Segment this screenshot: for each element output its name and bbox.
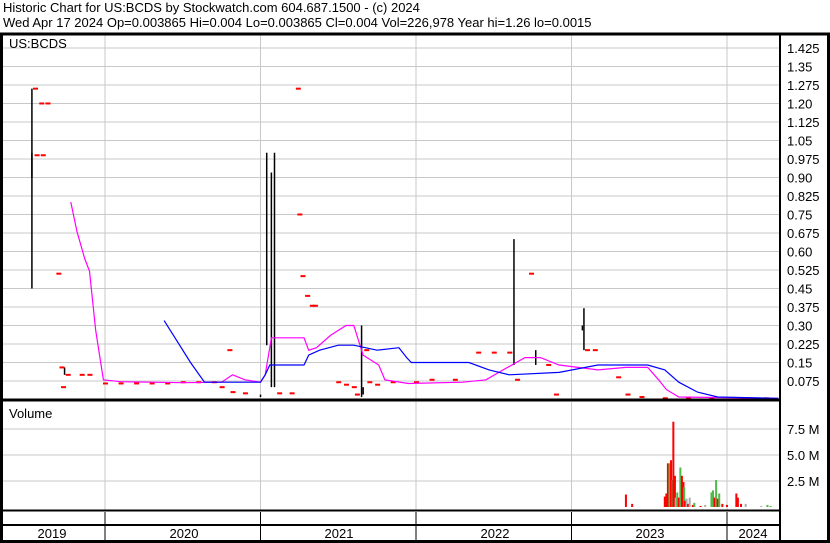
price-tick-mark (452, 378, 458, 381)
price-tick-mark (227, 349, 233, 352)
price-tick-mark (118, 382, 124, 385)
volume-bar (739, 503, 742, 507)
volume-bar (631, 503, 634, 507)
volume-bar (704, 504, 707, 507)
price-tick-mark (40, 154, 46, 157)
price-tick-mark (230, 391, 236, 394)
volume-bar (699, 505, 702, 507)
volume-bar (688, 497, 691, 507)
price-tick-mark (39, 102, 45, 105)
price-tick-mark (59, 366, 65, 369)
year-label: 2022 (481, 526, 510, 541)
price-tick-label: 1.05 (787, 133, 812, 148)
volume-tick-label: 7.5 M (787, 422, 820, 437)
price-tick-mark (507, 351, 513, 354)
year-label: 2020 (170, 526, 199, 541)
price-tick-mark (529, 272, 535, 275)
price-tick-label: 0.225 (787, 337, 820, 352)
volume-tick-label: 2.5 M (787, 474, 820, 489)
price-tick-mark (79, 373, 85, 376)
price-tick-mark (639, 396, 645, 399)
year-label: 2024 (739, 526, 768, 541)
volume-bar (726, 504, 728, 507)
volume-bar (624, 494, 627, 507)
price-tick-label: 0.45 (787, 281, 812, 296)
volume-bar (718, 493, 721, 507)
volume-tick-label: 5.0 M (787, 448, 820, 463)
price-tick-mark (45, 102, 51, 105)
price-panel-title: US:BCDS (9, 36, 67, 51)
price-tick-mark (364, 349, 370, 352)
price-tick-mark (61, 386, 67, 389)
volume-panel-title: Volume (9, 406, 52, 421)
price-tick-mark (546, 363, 552, 366)
price-tick-mark (592, 349, 598, 352)
price-tick-label: 1.125 (787, 115, 820, 130)
price-tick-label: 0.975 (787, 152, 820, 167)
price-tick-mark (491, 351, 497, 354)
year-label: 2019 (38, 526, 67, 541)
price-tick-label: 0.75 (787, 207, 812, 222)
price-tick-mark (515, 378, 521, 381)
stock-chart: 0.075 0.15 0.225 0.30 0.375 0.45 0.525 0.60 0.67… (0, 32, 830, 543)
price-tick-mark (375, 383, 381, 386)
price-tick-mark (219, 386, 225, 389)
price-tick-mark (344, 383, 350, 386)
price-tick-label: 0.675 (787, 226, 820, 241)
moving-average-line (70, 201, 779, 399)
price-tick-mark (33, 87, 39, 90)
volume-bar (693, 502, 696, 507)
price-tick-mark (553, 393, 559, 396)
price-tick-mark (297, 213, 303, 216)
price-tick-mark (134, 382, 140, 385)
price-tick-mark (367, 381, 373, 384)
price-tick-label: 0.15 (787, 355, 812, 370)
price-tick-label: 0.825 (787, 189, 820, 204)
chart-border (0, 32, 830, 543)
price-tick-mark (295, 87, 301, 90)
price-tick-mark (87, 373, 93, 376)
price-tick-mark (56, 272, 62, 275)
price-tick-mark (103, 382, 108, 385)
price-tick-label: 0.525 (787, 263, 820, 278)
price-tick-mark (300, 275, 306, 278)
price-tick-label: 0.075 (787, 374, 820, 389)
volume-bar (769, 505, 772, 507)
price-tick-mark (305, 294, 311, 297)
price-tick-mark (351, 386, 357, 389)
year-label: 2023 (636, 526, 665, 541)
price-tick-label: 0.90 (787, 170, 812, 185)
price-tick-mark (616, 376, 622, 379)
volume-bar (766, 504, 769, 507)
price-tick-label: 0.375 (787, 300, 820, 315)
volume-bar (736, 497, 739, 507)
price-tick-mark (476, 351, 482, 354)
price-tick-mark (289, 392, 295, 395)
price-tick-mark (429, 378, 435, 381)
price-tick-mark (585, 349, 591, 352)
moving-average-line (163, 320, 779, 399)
price-tick-mark (65, 373, 71, 376)
price-tick-label: 0.30 (787, 318, 812, 333)
price-tick-label: 1.35 (787, 59, 812, 74)
year-label: 2021 (325, 526, 354, 541)
price-tick-label: 0.60 (787, 244, 812, 259)
price-tick-mark (242, 392, 248, 395)
price-tick-mark (354, 393, 360, 396)
price-tick-label: 1.425 (787, 41, 820, 56)
price-tick-mark (312, 304, 318, 307)
price-tick-mark (336, 381, 342, 384)
price-tick-mark (277, 392, 283, 395)
price-tick-label: 1.20 (787, 96, 812, 111)
price-tick-mark (34, 154, 40, 157)
volume-bar (760, 505, 763, 507)
volume-bar (721, 503, 724, 507)
price-tick-label: 1.275 (787, 78, 820, 93)
volume-bar (744, 503, 747, 507)
price-tick-mark (625, 393, 631, 396)
